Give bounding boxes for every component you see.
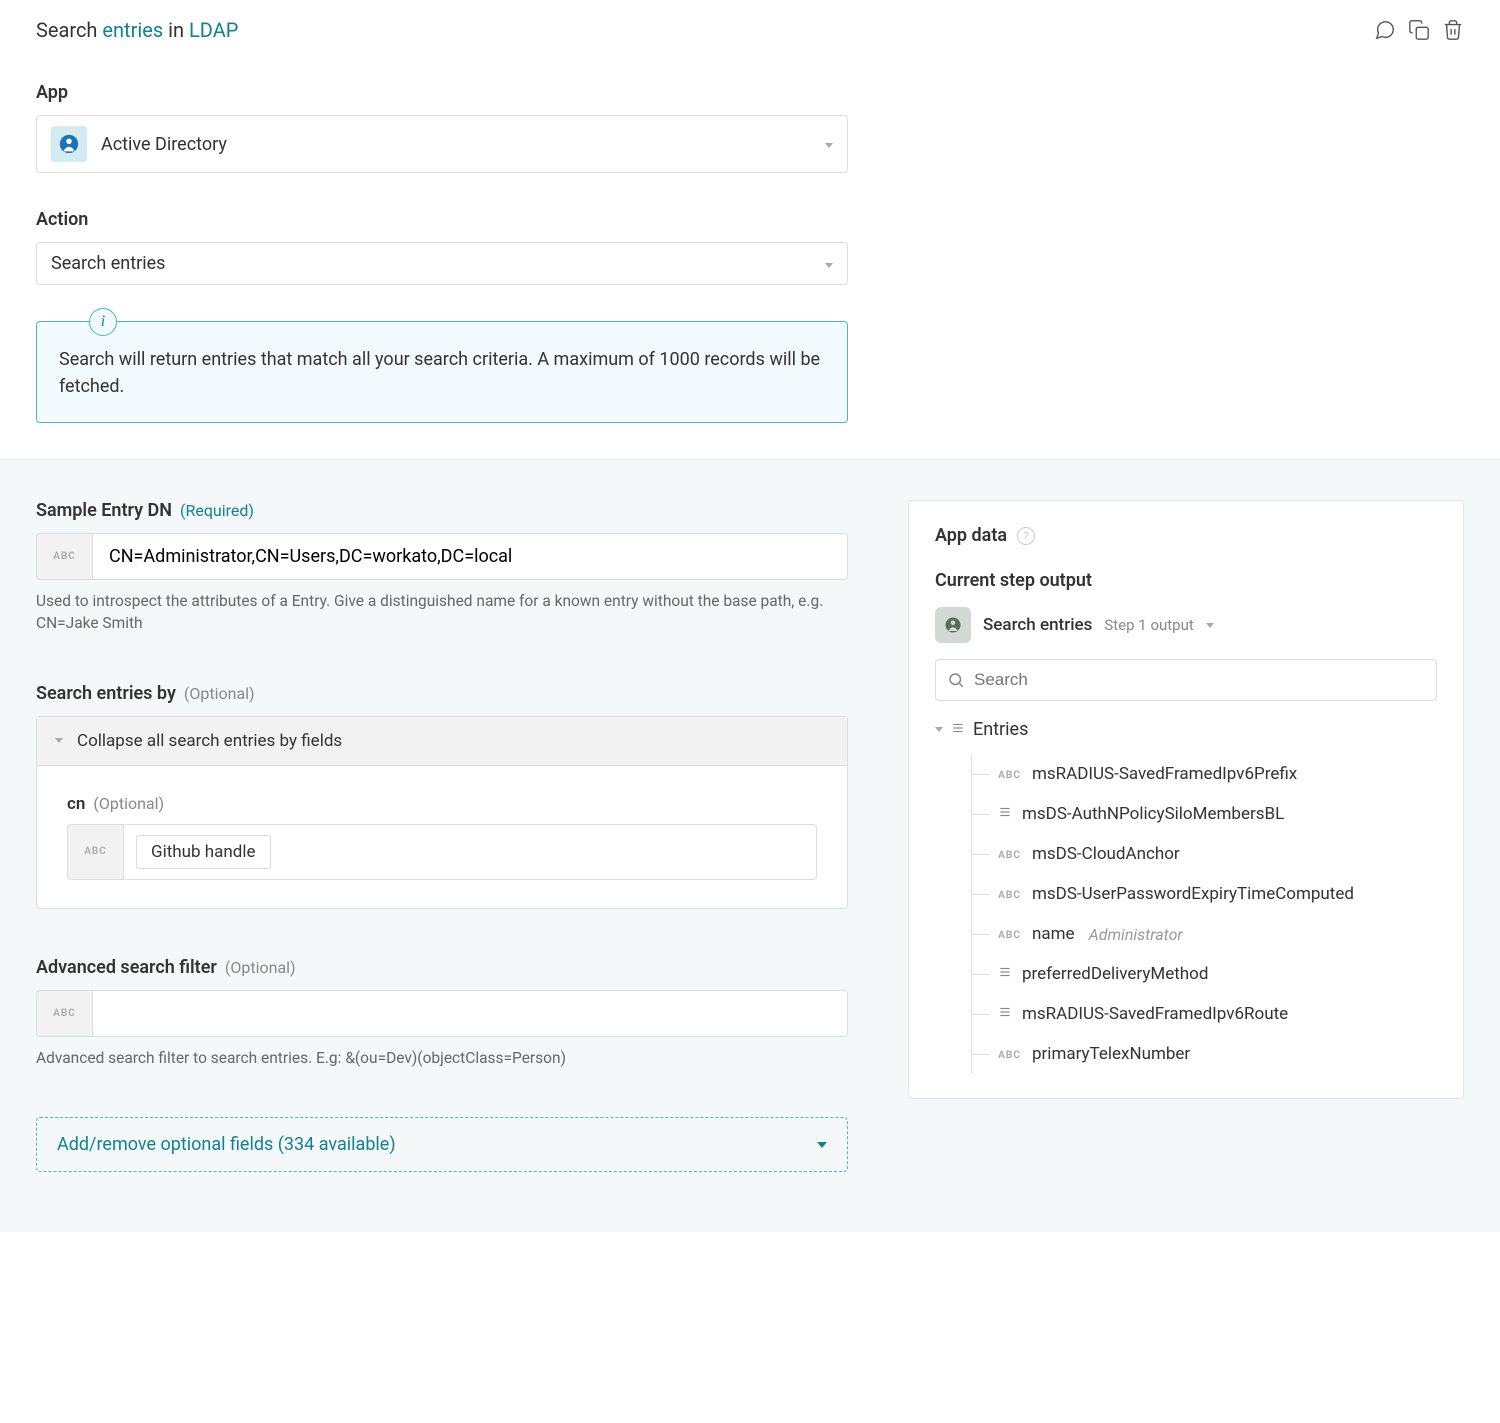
chevron-down-icon bbox=[825, 257, 833, 271]
list-icon bbox=[998, 804, 1012, 824]
tree-root-label: Entries bbox=[973, 719, 1028, 740]
action-label: Action bbox=[36, 209, 1464, 230]
app-value: Active Directory bbox=[101, 134, 227, 155]
add-fields-label: Add/remove optional fields (334 availabl… bbox=[57, 1134, 396, 1155]
list-icon bbox=[998, 1004, 1012, 1024]
sample-dn-input[interactable] bbox=[92, 533, 848, 580]
optional-tag: (Optional) bbox=[184, 684, 255, 703]
list-icon bbox=[951, 719, 965, 740]
adv-filter-label: Advanced search filter (Optional) bbox=[36, 957, 848, 978]
adv-filter-helper: Advanced search filter to search entries… bbox=[36, 1047, 848, 1069]
page-title: Search entries in LDAP bbox=[36, 18, 238, 42]
search-by-label: Search entries by (Optional) bbox=[36, 683, 848, 704]
collapse-label: Collapse all search entries by fields bbox=[77, 731, 342, 751]
app-dropdown[interactable]: Active Directory bbox=[36, 115, 848, 173]
cn-input[interactable]: Github handle bbox=[123, 824, 817, 880]
active-directory-icon bbox=[51, 126, 87, 162]
cn-label: cn (Optional) bbox=[67, 794, 817, 814]
help-icon[interactable]: ? bbox=[1017, 527, 1035, 545]
copy-icon[interactable] bbox=[1408, 19, 1430, 41]
current-step-output-label: Current step output bbox=[935, 570, 1437, 591]
abc-type-icon: ABC bbox=[998, 888, 1022, 901]
tree-root-entries[interactable]: Entries bbox=[935, 719, 1437, 740]
action-dropdown[interactable]: Search entries bbox=[36, 242, 848, 285]
chevron-down-icon bbox=[817, 1142, 827, 1148]
tree-item[interactable]: ABC msDS-UserPasswordExpiryTimeComputed bbox=[972, 874, 1437, 914]
tree-item[interactable]: ABC primaryTelexNumber bbox=[972, 1034, 1437, 1074]
title-sep: in bbox=[168, 18, 184, 42]
tree-item[interactable]: preferredDeliveryMethod bbox=[972, 954, 1437, 994]
trash-icon[interactable] bbox=[1442, 19, 1464, 41]
app-data-panel: App data ? Current step output Search en… bbox=[908, 500, 1464, 1099]
tree-item-name: msDS-UserPasswordExpiryTimeComputed bbox=[1032, 884, 1354, 904]
abc-type-icon: ABC bbox=[36, 990, 92, 1037]
abc-type-icon: ABC bbox=[998, 848, 1022, 861]
title-ldap-link[interactable]: LDAP bbox=[189, 18, 238, 42]
tree-item-name: primaryTelexNumber bbox=[1032, 1044, 1190, 1064]
required-tag: (Required) bbox=[180, 501, 254, 520]
abc-type-icon: ABC bbox=[998, 1048, 1022, 1061]
info-icon: i bbox=[89, 308, 117, 336]
action-value: Search entries bbox=[51, 253, 165, 274]
tree-item[interactable]: ABC msDS-CloudAnchor bbox=[972, 834, 1437, 874]
comment-icon[interactable] bbox=[1374, 19, 1396, 41]
ldap-icon bbox=[935, 607, 971, 643]
tree-item-name: name bbox=[1032, 924, 1075, 944]
abc-type-icon: ABC bbox=[998, 928, 1022, 941]
app-label: App bbox=[36, 82, 1464, 103]
header-row: Search entries in LDAP bbox=[36, 18, 1464, 42]
optional-tag: (Optional) bbox=[93, 794, 164, 813]
search-icon bbox=[947, 671, 965, 689]
search-input[interactable] bbox=[935, 659, 1437, 701]
sample-dn-helper: Used to introspect the attributes of a E… bbox=[36, 590, 848, 635]
chevron-down-icon bbox=[55, 738, 63, 743]
tree-item[interactable]: ABC name Administrator bbox=[972, 914, 1437, 954]
chevron-down-icon bbox=[825, 137, 833, 151]
optional-tag: (Optional) bbox=[225, 958, 296, 977]
tree-item[interactable]: msDS-AuthNPolicySiloMembersBL bbox=[972, 794, 1437, 834]
abc-type-icon: ABC bbox=[998, 768, 1022, 781]
tree-item-name: preferredDeliveryMethod bbox=[1022, 964, 1208, 984]
chevron-down-icon bbox=[935, 727, 943, 732]
collapse-toggle[interactable]: Collapse all search entries by fields bbox=[37, 717, 847, 766]
tree-item-name: msDS-AuthNPolicySiloMembersBL bbox=[1022, 804, 1284, 824]
step-meta: Step 1 output bbox=[1104, 616, 1193, 634]
step-output-row[interactable]: Search entries Step 1 output bbox=[935, 607, 1437, 643]
tree-item-name: msRADIUS-SavedFramedIpv6Prefix bbox=[1032, 764, 1297, 784]
app-data-title: App data ? bbox=[935, 525, 1437, 546]
info-box: i Search will return entries that match … bbox=[36, 321, 848, 423]
info-text: Search will return entries that match al… bbox=[59, 346, 825, 400]
tree-item-value: Administrator bbox=[1089, 925, 1183, 944]
abc-type-icon: ABC bbox=[67, 824, 123, 880]
list-icon bbox=[998, 964, 1012, 984]
add-optional-fields-button[interactable]: Add/remove optional fields (334 availabl… bbox=[36, 1117, 848, 1172]
title-prefix: Search bbox=[36, 18, 97, 42]
abc-type-icon: ABC bbox=[36, 533, 92, 580]
chevron-down-icon bbox=[1206, 623, 1214, 628]
title-entries-link[interactable]: entries bbox=[102, 18, 163, 42]
tree-item[interactable]: msRADIUS-SavedFramedIpv6Route bbox=[972, 994, 1437, 1034]
sample-dn-label: Sample Entry DN (Required) bbox=[36, 500, 848, 521]
tree-item-name: msRADIUS-SavedFramedIpv6Route bbox=[1022, 1004, 1288, 1024]
step-name: Search entries bbox=[983, 615, 1092, 635]
tree-item-name: msDS-CloudAnchor bbox=[1032, 844, 1180, 864]
adv-filter-input[interactable] bbox=[92, 990, 848, 1037]
cn-chip[interactable]: Github handle bbox=[136, 835, 271, 869]
tree-item[interactable]: ABC msRADIUS-SavedFramedIpv6Prefix bbox=[972, 754, 1437, 794]
